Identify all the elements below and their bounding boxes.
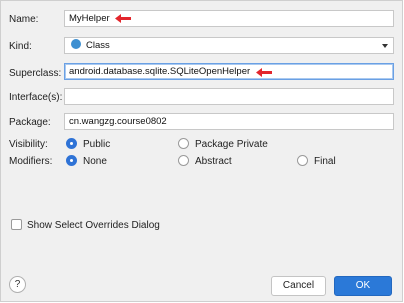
visibility-label: Visibility: <box>9 139 48 150</box>
visibility-public-label: Public <box>83 139 111 150</box>
package-field[interactable]: cn.wangzg.course0802 <box>64 113 394 130</box>
name-label: Name: <box>9 14 39 25</box>
interfaces-field[interactable] <box>64 88 394 105</box>
visibility-package-private-radio[interactable] <box>178 138 189 149</box>
show-overrides-checkbox[interactable] <box>11 219 22 230</box>
package-label: Package: <box>9 117 51 128</box>
chevron-down-icon <box>382 44 388 48</box>
modifier-abstract-radio[interactable] <box>178 155 189 166</box>
ok-button[interactable]: OK <box>334 276 392 296</box>
kind-dropdown[interactable]: Class <box>64 37 394 54</box>
modifier-final-label: Final <box>314 156 336 167</box>
cancel-button[interactable]: Cancel <box>271 276 326 296</box>
modifiers-label: Modifiers: <box>9 156 53 167</box>
kind-value: Class <box>86 40 110 51</box>
new-class-dialog: Name: MyHelper Kind: Class Superclass: a… <box>0 0 403 302</box>
show-overrides-label: Show Select Overrides Dialog <box>27 220 160 231</box>
interfaces-label: Interface(s): <box>9 92 63 103</box>
name-field[interactable]: MyHelper <box>64 10 394 27</box>
modifier-final-radio[interactable] <box>297 155 308 166</box>
kind-label: Kind: <box>9 41 32 52</box>
superclass-field[interactable]: android.database.sqlite.SQLiteOpenHelper <box>64 63 394 80</box>
superclass-label: Superclass: <box>9 68 62 79</box>
annotation-arrow-icon <box>115 14 131 23</box>
visibility-package-private-label: Package Private <box>195 139 268 150</box>
help-button[interactable]: ? <box>9 276 26 293</box>
modifier-none-label: None <box>83 156 107 167</box>
annotation-arrow-icon <box>256 68 272 77</box>
class-icon <box>71 39 81 50</box>
modifier-abstract-label: Abstract <box>195 156 232 167</box>
modifier-none-radio[interactable] <box>66 155 77 166</box>
visibility-public-radio[interactable] <box>66 138 77 149</box>
